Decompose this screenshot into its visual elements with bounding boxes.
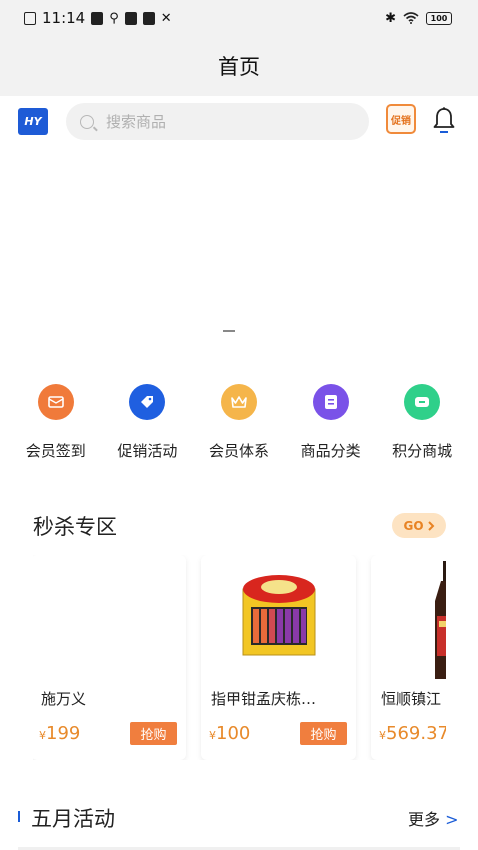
product-name: 指甲钳孟庆栋… [211,690,317,708]
wifi-icon [403,12,419,24]
status-time: 11:14 [42,9,86,27]
nav-label-checkin: 会员签到 [25,442,86,460]
crown-icon [220,384,257,420]
nav-label-points-mall: 积分商城 [392,442,453,460]
product-card[interactable]: 指甲钳孟庆栋… ¥100 抢购 [201,555,356,760]
seckill-title: 秒杀专区 [33,515,117,539]
search-icon [80,114,94,129]
search-box[interactable] [66,103,369,140]
go-label: GO [403,518,424,533]
product-price: ¥100 [209,723,250,744]
currency-symbol: ¥ [379,729,386,742]
product-name: 恒顺镇江 [381,690,442,708]
price-value: 569.37 [386,723,446,744]
nav-label-membership: 会员体系 [208,442,269,460]
product-name: 施万义 [41,690,87,708]
price-value: 100 [216,723,251,744]
nav-item-membership[interactable]: 会员体系 [195,380,283,470]
chevron-right-icon [427,520,434,531]
nav-item-category[interactable]: 商品分类 [287,380,375,470]
product-image [41,561,176,681]
nav-item-checkin[interactable]: 会员签到 [12,380,100,470]
promotion-icon[interactable]: 促销 [386,104,416,134]
product-image [242,575,316,656]
media-icon [142,11,155,25]
battery-level: 100 [430,13,448,23]
status-bar: 11:14 ⚲ ✕ ✱ 100 [0,0,478,36]
home-page: 11:14 ⚲ ✕ ✱ 100 首页 HY 促销 [0,0,478,850]
app-notification-icon [91,11,104,25]
more-label: 更多 [408,810,441,829]
title-bar: 首页 [0,36,478,96]
promotion-icon-text: 促销 [391,115,411,127]
search-row: HY 促销 [0,96,478,150]
currency-symbol: ¥ [39,729,46,742]
more-arrow-icon: > [445,810,459,829]
bell-icon[interactable] [432,106,456,134]
product-card[interactable]: 恒顺镇江 ¥569.37 抢购 [371,555,446,760]
product-price: ¥199 [39,723,80,744]
may-activity-title: 五月活动 [31,807,115,831]
seckill-go-button[interactable]: GO [392,513,446,538]
nav-item-promotion[interactable]: 促销活动 [103,380,191,470]
nav-label-promotion: 促销活动 [117,442,178,460]
more-link[interactable]: 更多 > [408,806,459,830]
battery-icon: 100 [426,11,452,25]
brand-logo-text: HY [24,115,42,128]
status-left: 11:14 ⚲ ✕ [24,9,172,27]
quick-nav: 会员签到 促销活动 会员体系 商品分类 积分商城 [0,380,478,470]
sim-icon [24,11,36,25]
clipboard-icon [124,11,137,25]
buy-button[interactable]: 抢购 [300,722,347,745]
banner-carousel[interactable] [0,150,478,360]
carousel-indicator [223,330,235,332]
list-icon [312,384,349,420]
nav-item-points-mall[interactable]: 积分商城 [378,380,466,470]
shop-icon [404,384,441,420]
section-marker [18,811,20,822]
page-title: 首页 [218,55,260,79]
product-image [435,561,446,679]
currency-symbol: ¥ [209,729,216,742]
buy-button[interactable]: 抢购 [130,722,177,745]
usb-icon: ⚲ [109,10,119,26]
search-input[interactable] [106,112,326,131]
tag-icon [129,384,166,420]
bluetooth-icon: ✱ [385,10,396,26]
price-value: 199 [46,723,81,744]
status-right: ✱ 100 [385,10,452,26]
product-card[interactable]: 施万义 ¥199 抢购 [33,555,186,760]
brand-logo[interactable]: HY [18,108,48,135]
nav-label-category: 商品分类 [300,442,361,460]
product-price: ¥569.37 [379,723,446,744]
checkin-icon [37,384,74,420]
seckill-product-list: 施万义 ¥199 抢购 指甲钳孟庆栋… ¥100 抢购 恒顺镇江 ¥569.37 [33,555,446,760]
tools-icon: ✕ [160,10,172,26]
